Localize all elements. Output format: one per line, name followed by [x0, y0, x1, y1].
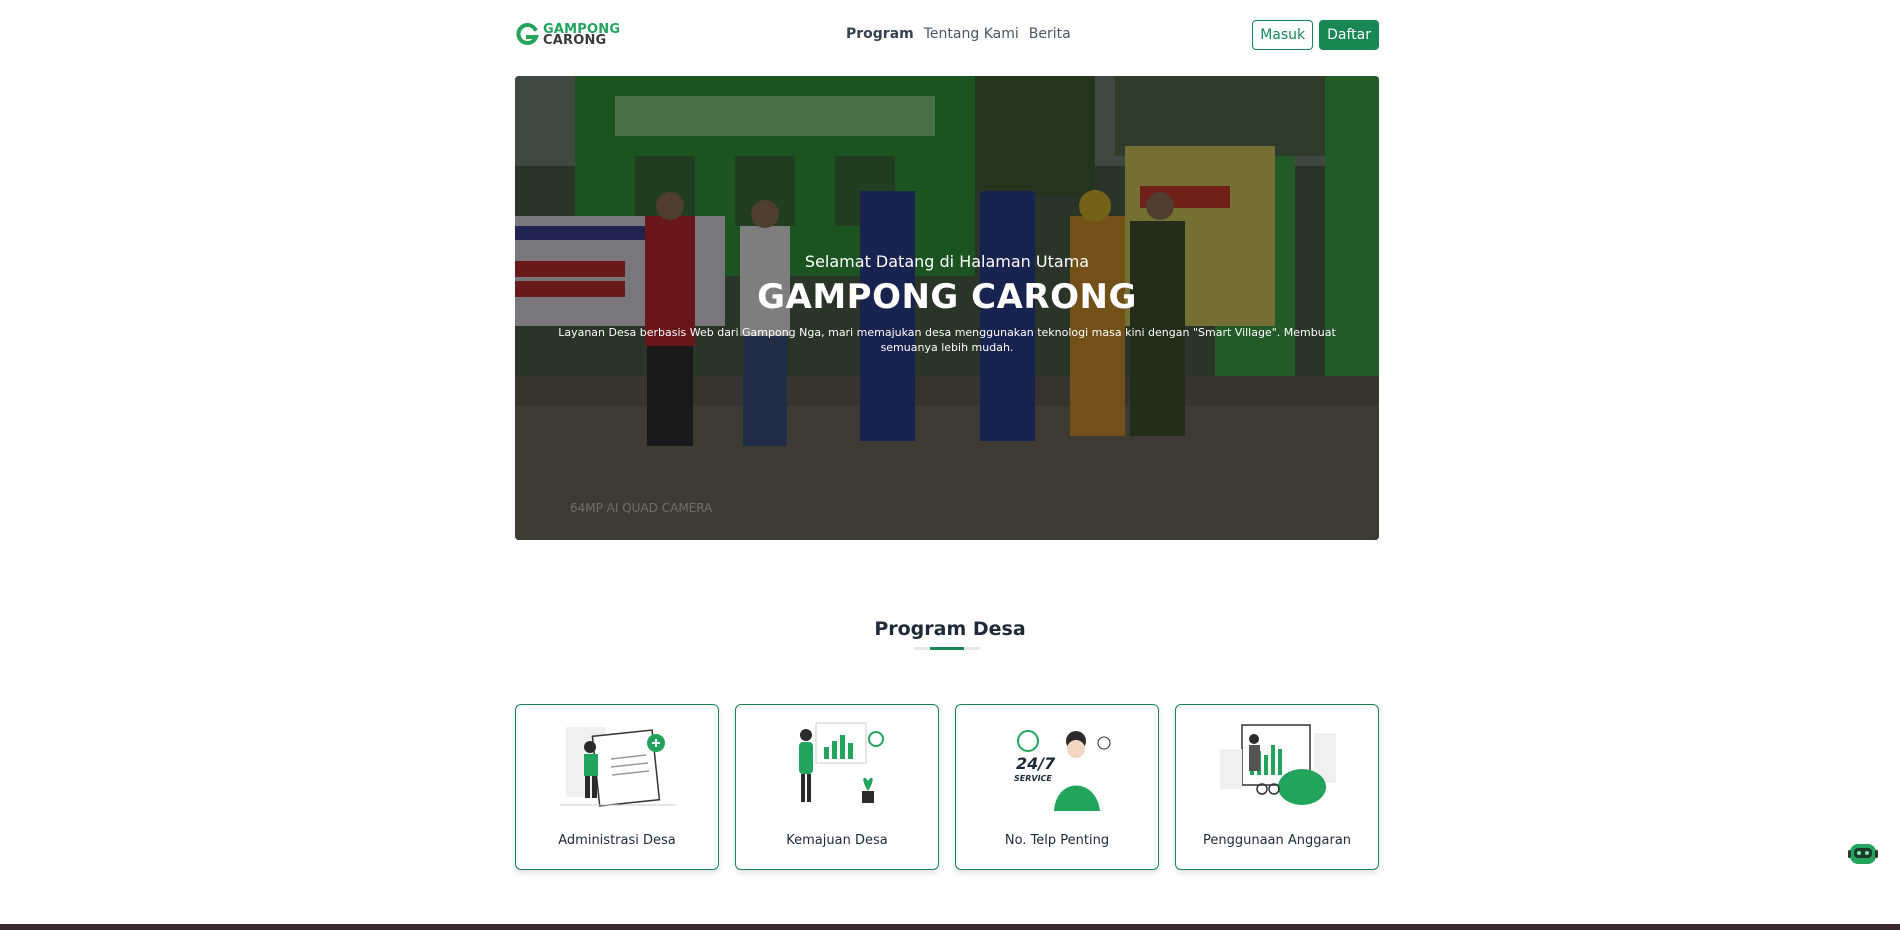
budget-piggybank-illustration-icon: [1220, 724, 1336, 805]
hero-title: GAMPONG CARONG: [757, 277, 1137, 317]
247-service-illustration-icon: 24/7 SERVICE: [1014, 730, 1111, 811]
svg-text:24/7: 24/7: [1016, 754, 1056, 773]
logo-icon: [516, 23, 539, 45]
hero-text: Selamat Datang di Halaman Utama GAMPONG …: [515, 252, 1379, 355]
program-label: Penggunaan Anggaran: [1202, 833, 1352, 848]
hero-description: Layanan Desa berbasis Web dari Gampong N…: [558, 326, 1336, 354]
footer: [0, 924, 1900, 930]
chatbot-icon[interactable]: [1847, 836, 1879, 868]
program-card-kemajuan[interactable]: Kemajuan Desa: [735, 704, 939, 870]
growth-chart-illustration-icon: [799, 722, 884, 803]
program-card-anggaran[interactable]: Penggunaan Anggaran: [1175, 704, 1379, 870]
nav-program[interactable]: Program: [846, 26, 914, 42]
program-label: Administrasi Desa: [558, 833, 676, 848]
nav-tentang-kami[interactable]: Tentang Kami: [924, 26, 1019, 42]
program-label: No. Telp Penting: [1004, 833, 1110, 848]
navbar: GAMPONG CARONG Program Tentang Kami Beri…: [515, 20, 1379, 52]
program-label: Kemajuan Desa: [786, 833, 888, 848]
brand-logo[interactable]: GAMPONG CARONG: [515, 23, 620, 47]
document-illustration-icon: [560, 727, 676, 807]
login-button[interactable]: Masuk: [1252, 20, 1314, 50]
program-cards: Administrasi Desa Kemajuan Desa 24/7 SER…: [515, 704, 1379, 870]
hero-banner: 64MP AI QUAD CAMERA Selamat Datang di Ha…: [515, 76, 1379, 540]
section-title: Program Desa: [874, 618, 1026, 640]
register-button[interactable]: Daftar: [1319, 20, 1379, 50]
auth-buttons: Masuk Daftar: [1252, 20, 1379, 50]
section-divider: [914, 647, 980, 650]
brand-name: GAMPONG CARONG: [543, 23, 620, 47]
program-card-telp[interactable]: 24/7 SERVICE No. Telp Penting: [955, 704, 1159, 870]
svg-text:64MP AI QUAD CAMERA: 64MP AI QUAD CAMERA: [570, 501, 713, 515]
svg-text:SERVICE: SERVICE: [1014, 774, 1052, 783]
program-card-administrasi[interactable]: Administrasi Desa: [515, 704, 719, 870]
nav-berita[interactable]: Berita: [1029, 26, 1071, 42]
main-menu: Program Tentang Kami Berita: [846, 26, 1071, 42]
hero-subtitle: Selamat Datang di Halaman Utama: [804, 252, 1090, 271]
